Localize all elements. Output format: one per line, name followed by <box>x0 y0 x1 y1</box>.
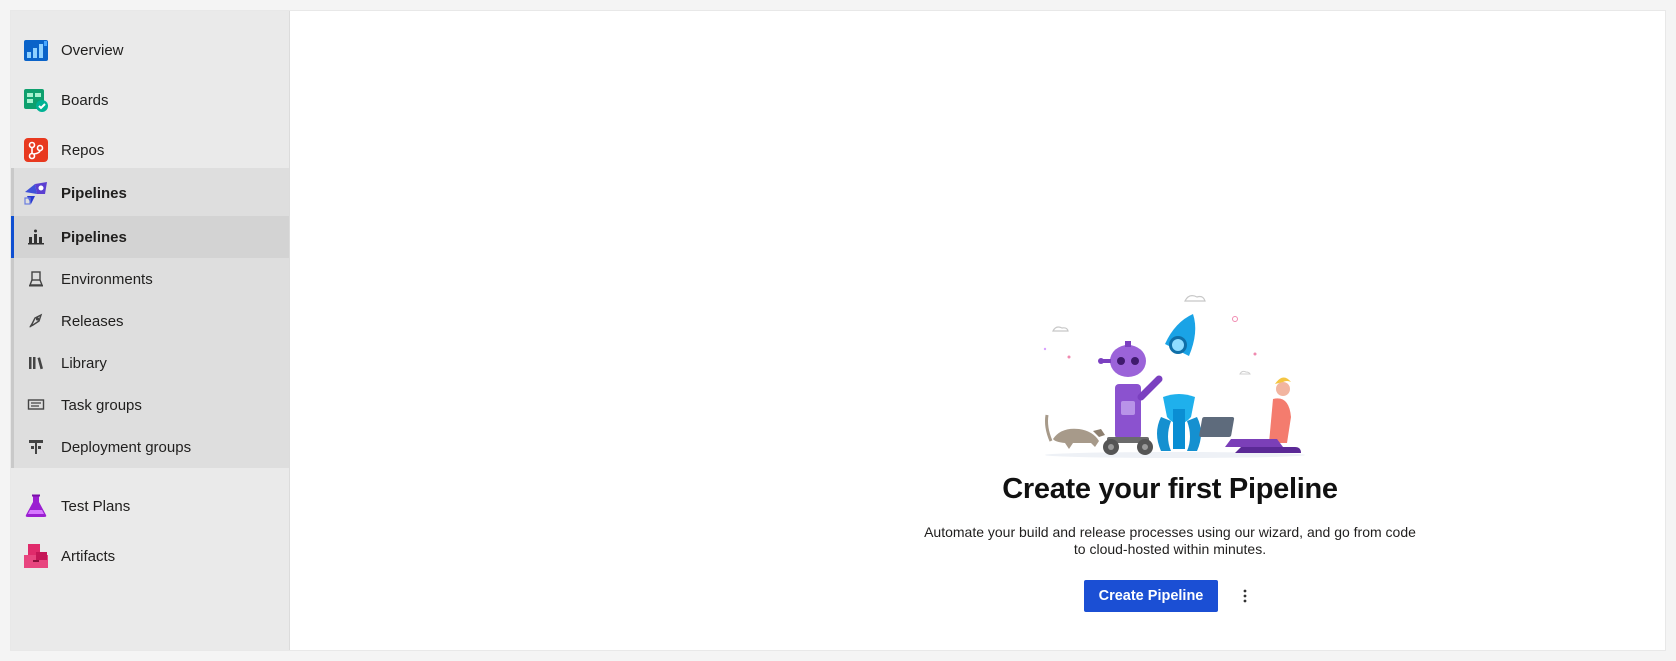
test-plans-icon <box>23 493 49 519</box>
app-window: Overview Boards Repos Pipelines Pipeline… <box>10 10 1666 651</box>
empty-state-actions: Create Pipeline <box>910 580 1430 612</box>
empty-state: Create your first Pipeline Automate your… <box>910 289 1430 612</box>
repos-icon <box>23 137 49 163</box>
pipelines-icon <box>23 180 49 206</box>
task-groups-icon <box>26 395 46 415</box>
pipelines-group: Pipelines Pipelines Environments Release… <box>11 168 289 468</box>
sidebar-item-label: Pipelines <box>61 184 127 202</box>
empty-state-title: Create your first Pipeline <box>1002 473 1338 505</box>
create-pipeline-button[interactable]: Create Pipeline <box>1083 580 1219 612</box>
artifacts-icon <box>23 543 49 569</box>
sidebar-subitem-label: Task groups <box>61 396 142 414</box>
more-vertical-icon[interactable] <box>1234 580 1256 612</box>
sidebar-item-artifacts[interactable]: Artifacts <box>11 531 289 581</box>
library-icon <box>26 353 46 373</box>
sidebar-item-label: Repos <box>61 141 105 159</box>
sidebar-item-pipelines[interactable]: Pipelines <box>11 168 289 218</box>
sidebar-subitem-label: Library <box>61 354 107 372</box>
pipeline-robot-rocket-illustration <box>1043 295 1305 458</box>
sidebar: Overview Boards Repos Pipelines Pipeline… <box>11 11 290 650</box>
sidebar-item-boards[interactable]: Boards <box>11 75 289 125</box>
boards-icon <box>23 87 49 113</box>
sidebar-subitem-environments[interactable]: Environments <box>11 258 289 300</box>
deployment-groups-icon <box>26 437 46 457</box>
releases-icon <box>26 311 46 331</box>
sidebar-subitem-releases[interactable]: Releases <box>11 300 289 342</box>
sidebar-item-overview[interactable]: Overview <box>11 25 289 75</box>
sidebar-item-test-plans[interactable]: Test Plans <box>11 481 289 531</box>
sidebar-subitem-deployment-groups[interactable]: Deployment groups <box>11 426 289 468</box>
sidebar-item-label: Overview <box>61 41 124 59</box>
sidebar-subitem-label: Deployment groups <box>61 438 192 456</box>
sidebar-item-label: Boards <box>61 91 109 109</box>
sidebar-subitem-label: Releases <box>61 312 124 330</box>
sidebar-subitem-label: Pipelines <box>61 228 127 246</box>
sidebar-item-label: Test Plans <box>61 497 131 515</box>
sidebar-subitem-pipelines[interactable]: Pipelines <box>11 216 289 258</box>
sidebar-subitem-label: Environments <box>61 270 153 288</box>
sidebar-item-label: Artifacts <box>61 547 116 565</box>
overview-icon <box>23 37 49 63</box>
sidebar-subitem-task-groups[interactable]: Task groups <box>11 384 289 426</box>
environments-icon <box>26 269 46 289</box>
main-content: Create your first Pipeline Automate your… <box>290 11 1665 650</box>
pipelines-sub-icon <box>26 227 46 247</box>
sidebar-subitem-library[interactable]: Library <box>11 342 289 384</box>
empty-state-description: Automate your build and release processe… <box>924 524 1416 557</box>
